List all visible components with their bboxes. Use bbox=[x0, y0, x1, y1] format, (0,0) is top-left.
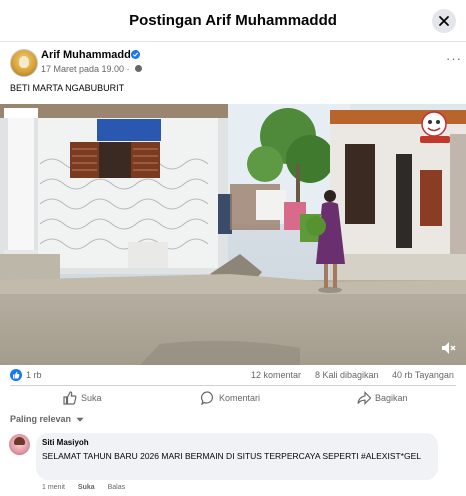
post-caption: BETI MARTA NGABUBURIT bbox=[10, 83, 125, 93]
reaction-count[interactable]: 1 rb bbox=[26, 370, 42, 380]
commenter-name[interactable]: Siti Masiyoh bbox=[42, 438, 89, 447]
thumbs-up-icon bbox=[63, 391, 77, 405]
share-count[interactable]: 8 Kali dibagikan bbox=[315, 370, 379, 380]
post-stats-row: 1 rb 12 komentar 8 Kali dibagikan 40 rb … bbox=[10, 368, 460, 384]
post-action-bar: Suka Komentari Bagikan bbox=[10, 385, 456, 409]
video-frame bbox=[0, 104, 466, 365]
verified-badge-icon bbox=[131, 50, 140, 59]
share-label: Bagikan bbox=[375, 393, 408, 403]
comment-bubble-icon bbox=[200, 391, 214, 406]
speaker-muted-icon[interactable] bbox=[440, 340, 456, 356]
comment-time[interactable]: 1 menit bbox=[42, 484, 65, 491]
thumbs-up-icon bbox=[10, 369, 22, 381]
post-author-row: Arif Muhammaddd 17 Maret pada 19.00 · ··… bbox=[10, 49, 461, 81]
comment-reply-button[interactable]: Balas bbox=[108, 484, 126, 491]
chevron-down-icon bbox=[76, 417, 84, 422]
globe-icon bbox=[135, 65, 142, 72]
comment-like-button[interactable]: Suka bbox=[78, 484, 95, 491]
post-timestamp[interactable]: 17 Maret pada 19.00 · bbox=[41, 64, 130, 74]
comment-sort-dropdown[interactable]: Paling relevan bbox=[10, 414, 84, 424]
comment-label: Komentari bbox=[219, 393, 261, 403]
post-video[interactable] bbox=[0, 104, 466, 365]
author-name[interactable]: Arif Muhammaddd bbox=[41, 49, 138, 61]
view-count: 40 rb Tayangan bbox=[392, 370, 454, 380]
dialog-header: Postingan Arif Muhammaddd bbox=[0, 0, 466, 42]
dialog-title: Postingan Arif Muhammaddd bbox=[129, 12, 337, 29]
share-arrow-icon bbox=[357, 391, 372, 405]
comment-text: SELAMAT TAHUN BARU 2026 MARI BERMAIN DI … bbox=[42, 451, 421, 461]
comment-meta: 1 menit Suka Balas bbox=[42, 484, 136, 491]
commenter-avatar[interactable] bbox=[9, 434, 30, 455]
more-options-button[interactable]: ··· bbox=[446, 51, 462, 66]
close-button[interactable] bbox=[432, 9, 456, 33]
comment-count[interactable]: 12 komentar bbox=[251, 370, 301, 380]
comment-sort-label: Paling relevan bbox=[10, 414, 72, 424]
author-avatar[interactable] bbox=[10, 49, 38, 77]
comment-bubble: Siti Masiyoh SELAMAT TAHUN BARU 2026 MAR… bbox=[36, 433, 438, 480]
like-label: Suka bbox=[81, 393, 102, 403]
close-icon bbox=[439, 16, 449, 26]
